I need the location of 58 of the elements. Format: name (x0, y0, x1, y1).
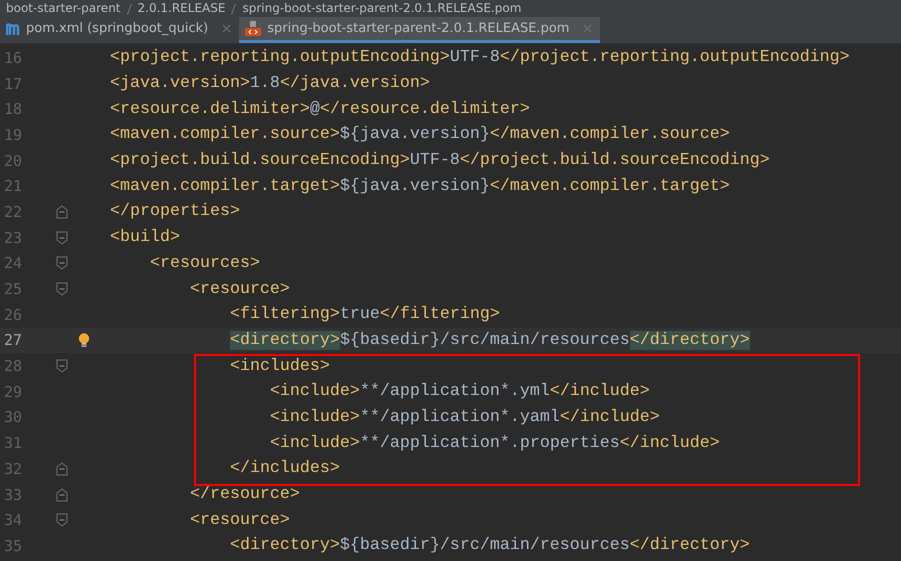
code-line: <includes> (228, 356, 330, 376)
line-number: 30 (2, 408, 22, 426)
fold-marker-icon[interactable] (56, 256, 68, 270)
line-number: 24 (2, 254, 22, 272)
code-line: <resources> (148, 254, 260, 273)
line-number: 32 (2, 460, 22, 478)
fold-marker-icon[interactable] (56, 230, 68, 245)
breadcrumb-item[interactable]: boot-starter-parent (6, 1, 120, 16)
line-number: 17 (2, 74, 22, 93)
xml-file-icon (245, 20, 262, 36)
line-number: 23 (2, 228, 22, 247)
code-line: <java.version>1.8</java.version> (110, 74, 430, 94)
code-line: <maven.compiler.target>${java.version}</maven.compiler.target> (110, 176, 730, 196)
breadcrumb-separator-icon (126, 2, 132, 14)
lightbulb-icon[interactable] (78, 332, 90, 348)
line-number: 31 (2, 434, 22, 452)
editor-tab[interactable]: spring-boot-starter-parent-2.0.1.RELEASE.pom (239, 17, 600, 43)
line-number: 25 (2, 280, 22, 298)
line-number: 35 (2, 536, 22, 555)
code-line: <directory>${basedir}/src/main/resources</directory> (228, 536, 750, 556)
line-number: 20 (2, 152, 22, 170)
code-line: </properties> (110, 202, 240, 222)
line-number: 34 (2, 511, 22, 530)
line-number: 16 (2, 48, 22, 67)
code-line: <build> (110, 228, 180, 248)
breadcrumb-item[interactable]: 2.0.1.RELEASE (138, 1, 226, 16)
fold-marker-icon[interactable] (56, 513, 68, 528)
line-number: 33 (2, 486, 22, 504)
editor-tab[interactable]: pom.xml (springboot_quick) (0, 17, 240, 43)
code-line: <include>**/application*.yml</include> (268, 382, 650, 402)
breadcrumb-item[interactable]: spring-boot-starter-parent-2.0.1.RELEASE.pom (242, 1, 522, 16)
fold-marker-icon[interactable] (56, 282, 68, 296)
code-line: <maven.compiler.source>${java.version}</maven.compiler.source> (110, 125, 730, 144)
code-line: <include>**/application*.properties</include> (268, 434, 720, 453)
code-line: <include>**/application*.yaml</include> (268, 408, 660, 427)
fold-marker-icon[interactable] (56, 488, 68, 502)
code-line: <project.reporting.outputEncoding>UTF-8</project.reporting.outputEncoding> (110, 48, 850, 68)
fold-marker-icon[interactable] (56, 462, 68, 476)
fold-marker-icon[interactable] (56, 359, 68, 374)
line-number: 19 (2, 126, 22, 144)
breadcrumb-separator-icon (231, 2, 236, 14)
line-number: 21 (2, 177, 22, 196)
line-number: 26 (2, 306, 22, 324)
code-line: </resource> (188, 485, 300, 504)
code-line: <resource> (188, 280, 290, 299)
code-line: <filtering>true</filtering> (228, 305, 500, 324)
code-line: </includes> (228, 459, 340, 478)
fold-marker-icon[interactable] (56, 204, 68, 219)
code-line: <directory>${basedir}/src/main/resources</directory> (228, 330, 750, 350)
code-line: <resource.delimiter>@</resource.delimiter> (110, 100, 530, 119)
line-number: 27 (2, 331, 22, 350)
code-line: <resource> (188, 510, 290, 530)
line-number: 18 (2, 100, 22, 118)
maven-file-icon (6, 22, 20, 36)
line-number: 22 (2, 202, 22, 221)
line-number: 29 (2, 382, 22, 401)
line-number: 28 (2, 357, 22, 376)
code-line: <project.build.sourceEncoding>UTF-8</project.build.sourceEncoding> (110, 151, 770, 170)
